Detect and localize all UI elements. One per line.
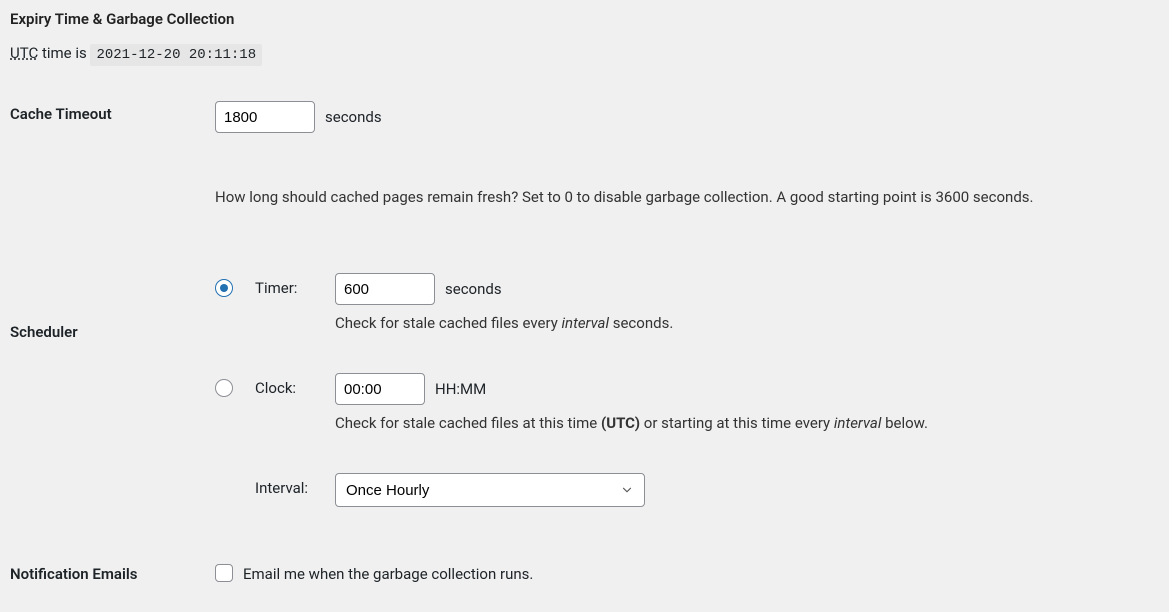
utc-abbr: UTC [10,44,38,62]
scheduler-label: Scheduler [10,225,205,523]
scheduler-interval-select[interactable]: Once Hourly [335,473,645,507]
cache-timeout-label: Cache Timeout [10,85,205,225]
scheduler-clock-radio[interactable] [215,379,233,397]
utc-timestamp: 2021-12-20 20:11:18 [90,44,262,66]
cache-timeout-input[interactable] [215,101,315,133]
scheduler-timer-desc: Check for stale cached files every inter… [335,311,1149,335]
cache-timeout-unit: seconds [325,108,382,126]
scheduler-clock-unit: HH:MM [435,380,486,398]
scheduler-clock-name: Clock: [255,373,315,397]
scheduler-timer-unit: seconds [445,280,502,298]
section-title: Expiry Time & Garbage Collection [10,10,1159,28]
scheduler-timer-name: Timer: [255,273,315,297]
scheduler-interval-name: Interval: [255,473,315,497]
notification-label: Notification Emails [10,523,205,603]
notification-checkbox[interactable] [215,564,233,582]
notification-checkbox-label: Email me when the garbage collection run… [243,565,533,583]
cache-timeout-help: How long should cached pages remain fres… [215,185,1149,209]
utc-middle: time is [38,44,90,62]
scheduler-timer-input[interactable] [335,273,435,305]
scheduler-clock-input[interactable] [335,373,425,405]
scheduler-timer-radio[interactable] [215,279,233,297]
utc-time-line: UTC time is 2021-12-20 20:11:18 [10,44,1159,63]
scheduler-clock-desc: Check for stale cached files at this tim… [335,411,1149,435]
